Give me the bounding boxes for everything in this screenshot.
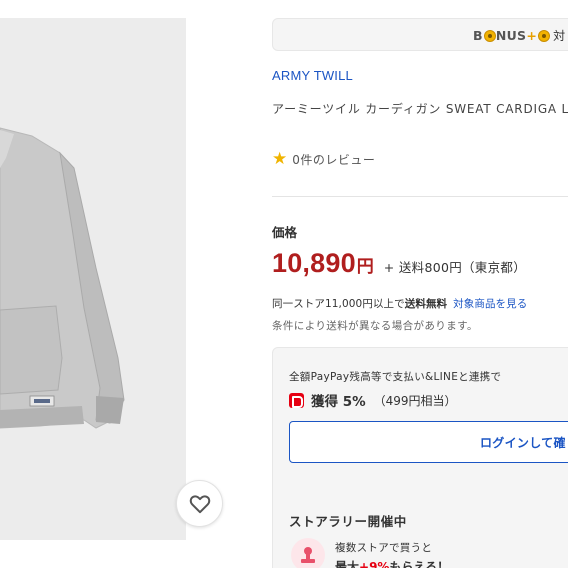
paypay-icon [289, 392, 304, 408]
points-description: 全額PayPay残高等で支払い&LINEと連携で [289, 371, 502, 383]
points-equivalent: （499円相当） [373, 393, 457, 408]
stamp-glyph [301, 547, 315, 563]
points-box: 全額PayPay残高等で支払い&LINEと連携で 獲得 5% （499円相当） … [272, 347, 568, 568]
cardigan-illustration [0, 127, 125, 429]
review-count: 0件のレビュー [292, 153, 376, 167]
product-info: B NUS+ 対 ARMY TWILL アーミーツイル カーディガン SWEAT C… [272, 0, 568, 568]
rally-line2-accent: +9% [359, 560, 390, 568]
price-currency: 円 [356, 257, 374, 277]
rally-line1: 複数ストアで買うと [335, 542, 433, 554]
heart-outline-icon [189, 494, 210, 513]
store-rally-title: ストアラリー開催中 [289, 514, 407, 529]
rally-line2-suffix: もらえる！ [389, 560, 450, 568]
brand-link[interactable]: ARMY TWILL [272, 68, 353, 83]
product-name: アーミーツイル カーディガン SWEAT CARDIGA LL [272, 102, 568, 116]
review-link[interactable]: ★ 0件のレビュー [272, 151, 375, 168]
shipping-cost: + 送料800円（東京都） [383, 260, 527, 275]
price-value: 10,890 [272, 248, 356, 278]
login-button[interactable]: ログインして確 [289, 421, 568, 463]
points-row: 獲得 5% （499円相当） [289, 390, 457, 410]
price-label: 価格 [272, 225, 298, 240]
price-row: 10,890 円 + 送料800円（東京都） [272, 248, 526, 279]
free-shipping-prefix: 同一ストア11,000円以上で [272, 298, 405, 310]
rally-line2: 最大+9%もらえる！ [335, 558, 449, 568]
bonus-banner[interactable]: B NUS+ 対 [272, 18, 568, 51]
points-earn: 獲得 5% [311, 394, 366, 410]
star-icon: ★ [272, 149, 288, 169]
free-shipping-note: 同一ストア11,000円以上で送料無料 対象商品を見る [272, 296, 527, 311]
rally-line2-prefix: 最大 [335, 560, 360, 568]
product-image[interactable] [0, 18, 186, 540]
bonus-logo: B NUS+ 対 [473, 28, 566, 43]
target-products-link[interactable]: 対象商品を見る [453, 298, 527, 310]
shipping-condition-note: 条件により送料が異なる場合があります。 [272, 320, 478, 332]
free-shipping-bold: 送料無料 [404, 298, 448, 310]
divider [272, 196, 568, 197]
bonus-face-icon [538, 30, 551, 42]
bonus-coin-icon [483, 30, 496, 42]
favorite-button[interactable] [176, 480, 223, 527]
stamp-icon [291, 538, 325, 568]
